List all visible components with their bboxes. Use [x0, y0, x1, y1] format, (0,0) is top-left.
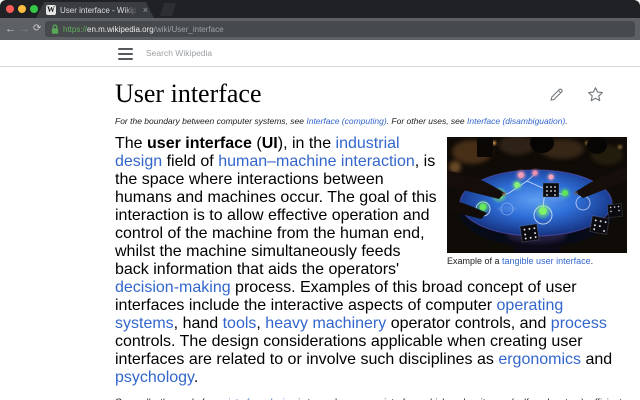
article-actions	[549, 86, 609, 104]
wiki-link[interactable]: tangible user interface	[502, 256, 591, 266]
text-segment: The	[115, 135, 147, 152]
article-content: User interface For the boundary between …	[0, 79, 640, 400]
article-image-figure: Example of a tangible user interface.	[447, 137, 627, 267]
wikipedia-mobile-header: Search Wikipedia	[0, 40, 640, 67]
hatnote: For the boundary between computer system…	[115, 116, 627, 127]
secure-lock-icon	[51, 24, 59, 35]
watchlist-star-icon[interactable]	[587, 86, 604, 103]
wiki-link[interactable]: ergonomics	[498, 351, 581, 368]
tab-close-icon[interactable]: ×	[143, 4, 148, 16]
wiki-link[interactable]: decision-making	[115, 279, 231, 296]
wikipedia-page: Search Wikipedia User interface For the …	[0, 40, 640, 400]
browser-tab[interactable]: W User interface - Wikipedia, the ×	[36, 2, 154, 18]
close-window-button[interactable]	[6, 5, 14, 13]
text-segment: user interface	[147, 135, 252, 152]
search-input[interactable]: Search Wikipedia	[146, 47, 212, 60]
url-host: en.m.wikipedia.org	[87, 25, 154, 34]
wiki-link[interactable]: Interface (computing)	[306, 116, 386, 126]
wiki-link[interactable]: heavy machinery	[265, 315, 386, 332]
text-segment: For the boundary between computer system…	[115, 116, 306, 126]
hamburger-menu-icon[interactable]	[118, 48, 133, 60]
wiki-link[interactable]: psychology	[115, 369, 194, 386]
text-segment: operator controls, and	[386, 315, 551, 332]
wiki-link[interactable]: tools	[223, 315, 257, 332]
text-segment: field of	[162, 153, 218, 170]
text-segment: UI	[262, 135, 278, 152]
edit-pencil-icon[interactable]	[549, 86, 565, 102]
text-segment: ,	[256, 315, 265, 332]
text-segment: (	[252, 135, 262, 152]
tab-title-fade	[124, 2, 138, 18]
new-tab-button[interactable]	[160, 3, 176, 16]
reload-icon[interactable]: ⟳	[33, 22, 41, 36]
text-segment: .	[565, 116, 567, 126]
text-segment: . For other uses, see	[387, 116, 467, 126]
zoom-window-button[interactable]	[30, 5, 38, 13]
address-bar[interactable]: https://en.m.wikipedia.org/wiki/User_int…	[45, 21, 635, 37]
text-segment: Example of a	[447, 256, 502, 266]
forward-icon: →	[19, 22, 30, 36]
browser-toolbar: ← → ⟳ https://en.m.wikipedia.org/wiki/Us…	[0, 18, 640, 40]
url-scheme: https://	[63, 25, 87, 34]
url-path: /wiki/User_interface	[154, 25, 224, 34]
browser-window: W User interface - Wikipedia, the × ← → …	[0, 0, 640, 400]
text-segment: .	[591, 256, 594, 266]
text-segment: , is the space where interactions betwee…	[115, 153, 437, 278]
paragraph-2: Generally, the goal of user interface de…	[115, 395, 627, 400]
minimize-window-button[interactable]	[18, 5, 26, 13]
wiki-link[interactable]: human–machine interaction	[218, 153, 415, 170]
wiki-link[interactable]: Interface (disambiguation)	[467, 116, 565, 126]
text-segment: .	[194, 369, 198, 386]
tangible-ui-photo[interactable]	[447, 137, 627, 253]
article-body: Example of a tangible user interface. Th…	[115, 135, 627, 400]
wikipedia-favicon-icon: W	[46, 5, 56, 15]
text-segment: and	[581, 351, 612, 368]
text-segment: , hand	[174, 315, 223, 332]
text-segment: ), in the	[278, 135, 336, 152]
tab-strip: W User interface - Wikipedia, the ×	[0, 0, 640, 18]
image-caption: Example of a tangible user interface.	[447, 256, 627, 267]
wiki-link[interactable]: process	[551, 315, 607, 332]
back-icon[interactable]: ←	[5, 22, 16, 36]
